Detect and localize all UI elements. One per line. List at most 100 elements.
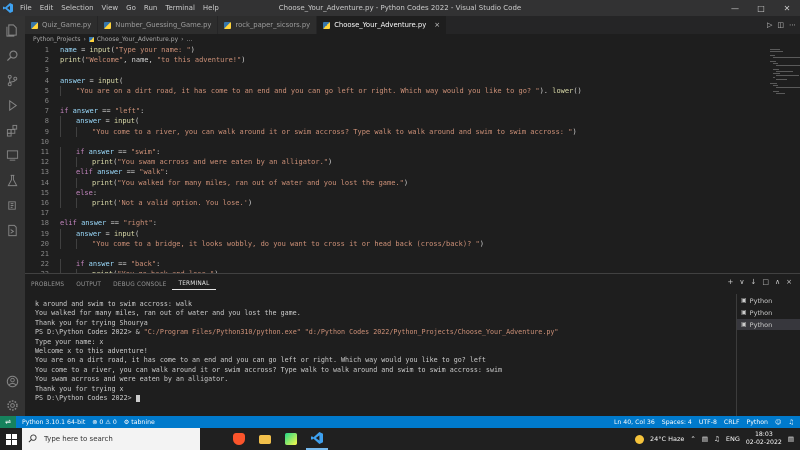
split-editor-icon[interactable]: ◫ — [777, 21, 784, 29]
vscode-logo-icon — [0, 0, 16, 16]
python-icon[interactable] — [0, 194, 25, 216]
language-mode[interactable]: Python — [747, 419, 768, 426]
menu-run[interactable]: Run — [140, 4, 161, 12]
weather-text[interactable]: 24°C Haze — [650, 435, 684, 443]
breadcrumb-folder[interactable]: Python_Projects — [33, 36, 80, 43]
vscode-taskbar-icon[interactable] — [306, 428, 328, 450]
code-line: 7 if answer == "left": — [25, 106, 765, 116]
cursor-position[interactable]: Ln 40, Col 36 — [614, 419, 655, 426]
pycharm-icon[interactable] — [280, 428, 302, 450]
terminal-output[interactable]: k around and swim to swim accross: walk Y… — [35, 300, 735, 415]
extensions-icon[interactable] — [0, 119, 25, 141]
problems-count[interactable]: ⊗ 0 ⚠ 0 — [92, 419, 117, 426]
minimap-line — [776, 87, 800, 88]
code-text: answer = input( — [60, 76, 124, 85]
line-number: 13 — [40, 168, 49, 177]
menu-file[interactable]: File — [16, 4, 36, 12]
code-line: 9 "You come to a river, you can walk arou… — [25, 126, 765, 137]
line-ending[interactable]: CRLF — [724, 419, 740, 426]
menu-view[interactable]: View — [98, 4, 123, 12]
line-number: 12 — [40, 158, 49, 167]
terminal-dropdown-icon[interactable]: ∨ — [739, 278, 744, 286]
code-text: if answer == "back": — [76, 260, 161, 269]
file-explorer-icon[interactable] — [254, 428, 276, 450]
split-terminal-icon[interactable]: ↓ — [751, 278, 757, 286]
close-window-button[interactable]: ✕ — [774, 0, 800, 16]
menu-help[interactable]: Help — [199, 4, 223, 12]
feedback-icon[interactable]: ☺ — [775, 419, 781, 426]
source-control-icon[interactable] — [0, 69, 25, 91]
notification-center-icon[interactable]: ▤ — [788, 435, 794, 443]
python-interpreter[interactable]: Python 3.10.1 64-bit — [22, 419, 85, 426]
brave-browser-icon[interactable] — [228, 428, 250, 450]
encoding[interactable]: UTF-8 — [699, 419, 717, 426]
terminal-instance[interactable]: ▣ Python — [737, 307, 800, 318]
breadcrumb-file[interactable]: Choose_Your_Adventure.py — [97, 36, 178, 43]
panel-tab-problems[interactable]: PROBLEMS — [25, 282, 70, 288]
remote-explorer-icon[interactable] — [0, 144, 25, 166]
tabnine-status[interactable]: ⚙ tabnine — [124, 419, 155, 426]
terminal-cursor — [135, 394, 140, 402]
terminal-line: k around and swim to swim accross: walk — [35, 300, 193, 308]
maximize-button[interactable]: □ — [748, 0, 774, 16]
breadcrumb: Python_Projects › Choose_Your_Adventure.… — [25, 34, 192, 45]
indentation[interactable]: Spaces: 4 — [662, 419, 692, 426]
editor-tab[interactable]: Quiz_Game.py — [25, 16, 99, 34]
close-tab-icon[interactable]: × — [434, 21, 440, 29]
panel-tab-terminal[interactable]: TERMINAL — [172, 281, 216, 290]
code-editor[interactable]: 1 name = input("Type your name: ") 2 print(… — [25, 45, 800, 273]
system-tray: 24°C Haze ⌃ ▤ ♫ ENG 18:03 02-02-2022 ▤ — [635, 428, 794, 450]
tab-label: rock_paper_sicsors.py — [235, 21, 311, 29]
explorer-icon[interactable] — [0, 19, 25, 41]
notebook-icon[interactable] — [0, 219, 25, 241]
search-icon[interactable] — [0, 44, 25, 66]
new-terminal-icon[interactable]: + — [728, 278, 734, 286]
minimap[interactable] — [770, 45, 800, 273]
code-text: "You are on a dirt road, it has come to … — [76, 86, 582, 95]
panel-tab-debug-console[interactable]: DEBUG CONSOLE — [107, 282, 172, 288]
line-number: 15 — [40, 188, 49, 197]
activity-bar — [0, 16, 25, 416]
code-text: "You come to a bridge, it looks wobbly, … — [92, 239, 484, 248]
menu-selection[interactable]: Selection — [57, 4, 97, 12]
menu-terminal[interactable]: Terminal — [161, 4, 199, 12]
windows-start-button[interactable] — [0, 428, 22, 450]
menu-bar: File Edit Selection View Go Run Terminal Help — [16, 4, 223, 12]
minimap-line — [776, 75, 799, 76]
bottom-panel: PROBLEMS OUTPUT DEBUG CONSOLE TERMINAL + ∨ ↓ □… — [25, 273, 800, 417]
terminal-instance[interactable]: ▣ Python — [737, 295, 800, 306]
volume-icon[interactable]: ♫ — [714, 435, 720, 443]
minimap-line — [773, 85, 778, 86]
maximize-panel-icon[interactable]: ∧ — [775, 278, 780, 286]
run-debug-icon[interactable] — [0, 94, 25, 116]
menu-edit[interactable]: Edit — [36, 4, 58, 12]
code-line: 10 — [25, 137, 765, 147]
python-file-icon — [88, 37, 94, 42]
breadcrumb-symbol[interactable]: ... — [187, 36, 193, 43]
clock[interactable]: 18:03 02-02-2022 — [746, 431, 782, 447]
minimap-line — [770, 61, 776, 62]
notifications-bell-icon[interactable]: ♫ — [788, 419, 794, 426]
tray-overflow-icon[interactable]: ⌃ — [690, 435, 695, 443]
editor-tab[interactable]: Number_Guessing_Game.py — [98, 16, 219, 34]
terminal-instance[interactable]: ▣ Python — [737, 319, 800, 330]
testing-icon[interactable] — [0, 169, 25, 191]
network-icon[interactable]: ▤ — [702, 435, 708, 443]
more-actions-icon[interactable]: ⋯ — [789, 21, 796, 29]
settings-gear-icon[interactable] — [0, 394, 25, 416]
accounts-icon[interactable] — [0, 370, 25, 392]
taskbar-search-box[interactable]: Type here to search — [22, 428, 200, 450]
editor-tab[interactable]: Choose_Your_Adventure.py × — [317, 16, 448, 34]
input-language[interactable]: ENG — [726, 435, 740, 443]
minimize-button[interactable]: — — [722, 0, 748, 16]
terminal-line: You come to a river, you can walk around… — [35, 365, 503, 374]
terminal-instance-label: Python — [749, 308, 773, 317]
panel-tab-output[interactable]: OUTPUT — [70, 282, 107, 288]
editor-tab[interactable]: rock_paper_sicsors.py — [218, 16, 318, 34]
terminal-line: You walked for many miles, ran out of wa… — [35, 309, 301, 318]
menu-go[interactable]: Go — [122, 4, 140, 12]
remote-indicator-icon[interactable]: ⇌ — [0, 416, 16, 428]
kill-terminal-icon[interactable]: □ — [762, 278, 769, 286]
run-file-icon[interactable]: ▷ — [767, 21, 772, 29]
close-panel-icon[interactable]: × — [786, 278, 792, 286]
